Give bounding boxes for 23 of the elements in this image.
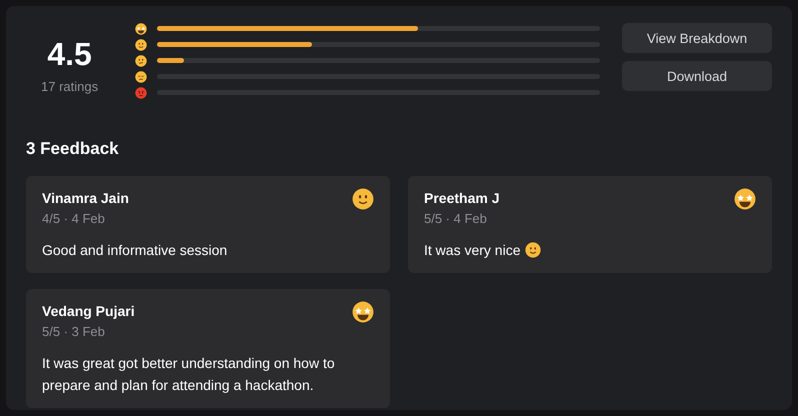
- sad-face-icon: [135, 70, 148, 82]
- rating-date: 4/5 · 4 Feb: [42, 211, 106, 226]
- rating-date: 5/5 · 4 Feb: [424, 211, 488, 226]
- average-rating: 4.5: [47, 36, 92, 73]
- reviewer-name: Vedang Pujari: [42, 303, 135, 319]
- reviewer-name: Vinamra Jain: [42, 190, 129, 206]
- starstruck-face-icon: [352, 301, 374, 323]
- rating-date: 5/5 · 3 Feb: [42, 324, 106, 339]
- download-button[interactable]: Download: [622, 61, 772, 91]
- rating-count: 17 ratings: [41, 79, 98, 94]
- smile-face-icon: [525, 242, 542, 258]
- feedback-heading: 3 Feedback: [26, 139, 120, 159]
- smile-face-icon: [135, 38, 148, 50]
- starstruck-face-icon: [734, 188, 756, 210]
- comment-text: It was very nice: [424, 241, 520, 260]
- reviewer-name: Preetham J: [424, 190, 500, 206]
- comment-text: Good and informative session: [42, 241, 228, 260]
- confused-face-icon: [135, 54, 148, 66]
- smile-face-icon: [352, 188, 374, 210]
- angry-face-icon: [135, 86, 148, 98]
- comment-text: It was great got better understanding on how to prepare and plan for attending a hackathon.: [42, 354, 336, 395]
- view-breakdown-button[interactable]: View Breakdown: [622, 23, 772, 53]
- starstruck-face-icon: [135, 22, 148, 34]
